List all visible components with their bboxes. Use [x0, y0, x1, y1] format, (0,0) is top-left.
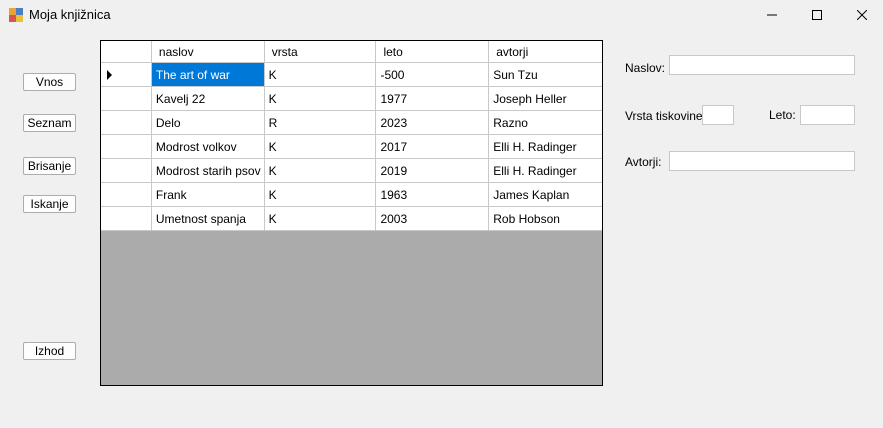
cell-naslov[interactable]: Modrost starih psov	[151, 159, 265, 183]
column-header-naslov[interactable]: naslov	[151, 41, 265, 63]
vnos-button[interactable]: Vnos	[23, 73, 76, 91]
current-row-arrow-icon	[107, 69, 112, 80]
brisanje-button[interactable]: Brisanje	[23, 157, 76, 175]
row-header-corner[interactable]	[101, 41, 152, 63]
minimize-button[interactable]	[749, 0, 795, 30]
app-icon	[9, 8, 23, 22]
cell-leto[interactable]: 2003	[376, 207, 490, 231]
table-row[interactable]: Delo R 2023 Razno	[101, 111, 602, 135]
izhod-button[interactable]: Izhod	[23, 342, 76, 360]
cell-leto[interactable]: -500	[376, 63, 490, 87]
grid-header: naslov vrsta leto avtorji	[101, 41, 602, 63]
avtorji-input[interactable]	[669, 151, 855, 171]
maximize-button[interactable]	[794, 0, 840, 30]
leto-label: Leto:	[769, 108, 796, 122]
vrsta-tiskovine-input[interactable]	[702, 105, 734, 125]
seznam-button[interactable]: Seznam	[23, 114, 76, 132]
cell-vrsta[interactable]: K	[264, 63, 377, 87]
column-header-avtorji[interactable]: avtorji	[489, 41, 602, 63]
close-icon	[857, 10, 867, 20]
maximize-icon	[812, 10, 822, 20]
vrsta-tiskovine-label: Vrsta tiskovine:	[625, 109, 706, 123]
cell-vrsta[interactable]: K	[264, 135, 377, 159]
naslov-input[interactable]	[669, 55, 855, 75]
leto-input[interactable]	[800, 105, 855, 125]
cell-vrsta[interactable]: K	[264, 87, 377, 111]
column-header-vrsta[interactable]: vrsta	[264, 41, 377, 63]
cell-leto[interactable]: 2023	[376, 111, 490, 135]
minimize-icon	[767, 14, 777, 16]
cell-naslov[interactable]: The art of war	[151, 63, 265, 87]
row-header[interactable]	[101, 159, 152, 183]
cell-avtorji[interactable]: Rob Hobson	[489, 207, 602, 231]
cell-naslov[interactable]: Kavelj 22	[151, 87, 265, 111]
cell-vrsta[interactable]: K	[264, 159, 377, 183]
cell-avtorji[interactable]: Elli H. Radinger	[489, 159, 602, 183]
title-bar: Moja knjižnica	[0, 0, 883, 30]
row-header[interactable]	[101, 63, 152, 87]
cell-leto[interactable]: 2019	[376, 159, 490, 183]
cell-leto[interactable]: 1977	[376, 87, 490, 111]
iskanje-button[interactable]: Iskanje	[23, 195, 76, 213]
cell-avtorji[interactable]: Elli H. Radinger	[489, 135, 602, 159]
cell-vrsta[interactable]: K	[264, 207, 377, 231]
cell-leto[interactable]: 1963	[376, 183, 490, 207]
row-header[interactable]	[101, 135, 152, 159]
cell-avtorji[interactable]: Razno	[489, 111, 602, 135]
table-row[interactable]: Kavelj 22 K 1977 Joseph Heller	[101, 87, 602, 111]
row-header[interactable]	[101, 183, 152, 207]
table-row[interactable]: Modrost starih psov K 2019 Elli H. Radinger	[101, 159, 602, 183]
cell-avtorji[interactable]: James Kaplan	[489, 183, 602, 207]
table-row[interactable]: Frank K 1963 James Kaplan	[101, 183, 602, 207]
books-grid[interactable]: naslov vrsta leto avtorji The art of war…	[100, 40, 603, 386]
table-row[interactable]: Umetnost spanja K 2003 Rob Hobson	[101, 207, 602, 231]
cell-vrsta[interactable]: R	[264, 111, 377, 135]
cell-avtorji[interactable]: Joseph Heller	[489, 87, 602, 111]
row-header[interactable]	[101, 111, 152, 135]
cell-naslov[interactable]: Umetnost spanja	[151, 207, 265, 231]
row-header[interactable]	[101, 87, 152, 111]
naslov-label: Naslov:	[625, 61, 666, 75]
cell-leto[interactable]: 2017	[376, 135, 490, 159]
column-header-leto[interactable]: leto	[376, 41, 490, 63]
cell-avtorji[interactable]: Sun Tzu	[489, 63, 602, 87]
row-header[interactable]	[101, 207, 152, 231]
cell-naslov[interactable]: Frank	[151, 183, 265, 207]
table-row[interactable]: The art of war K -500 Sun Tzu	[101, 63, 602, 87]
cell-vrsta[interactable]: K	[264, 183, 377, 207]
window-title: Moja knjižnica	[29, 7, 111, 22]
avtorji-label: Avtorji:	[625, 155, 662, 169]
table-row[interactable]: Modrost volkov K 2017 Elli H. Radinger	[101, 135, 602, 159]
close-button[interactable]	[839, 0, 883, 30]
cell-naslov[interactable]: Modrost volkov	[151, 135, 265, 159]
cell-naslov[interactable]: Delo	[151, 111, 265, 135]
